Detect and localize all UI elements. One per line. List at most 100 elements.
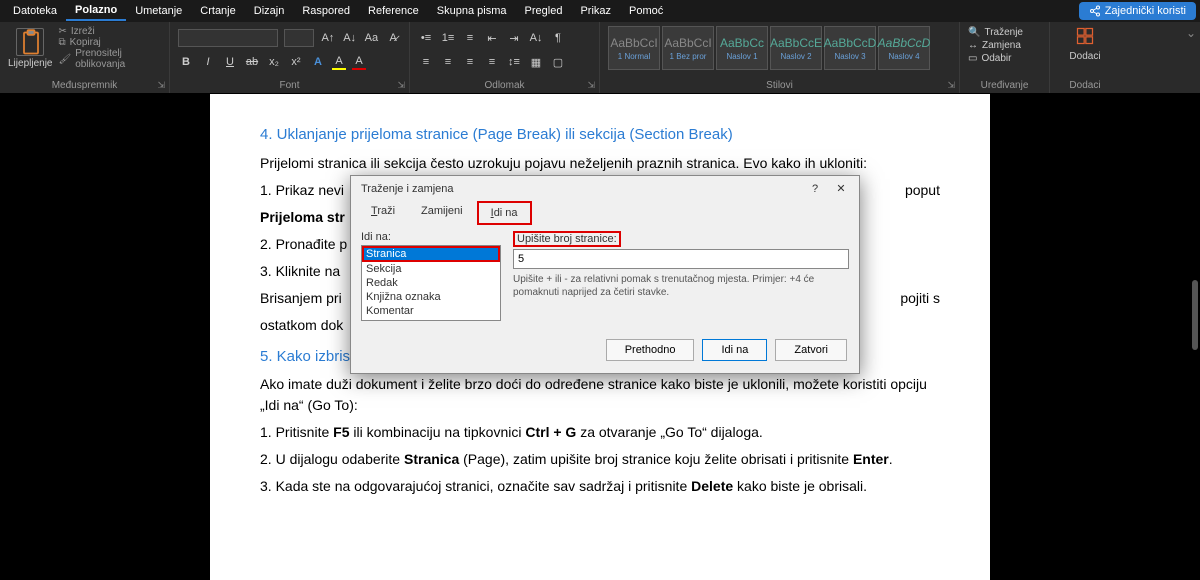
tab-replace[interactable]: Zamijeni	[409, 201, 475, 225]
menu-pregled[interactable]: Pregled	[516, 2, 572, 20]
para: 2. U dijalogu odaberite Stranica (Page),…	[260, 449, 940, 470]
bold-button[interactable]: B	[178, 54, 194, 70]
select-button[interactable]: ▭Odabir	[968, 52, 1041, 65]
close-button[interactable]: Zatvori	[775, 339, 847, 361]
change-case-icon[interactable]: Aa	[364, 30, 380, 46]
superscript-button[interactable]: x²	[288, 54, 304, 70]
menu-crtanje[interactable]: Crtanje	[191, 2, 244, 20]
list-item[interactable]: Redak	[362, 276, 500, 290]
group-editing: 🔍Traženje ↔Zamjena ▭Odabir Uređivanje	[960, 22, 1050, 93]
style-h2[interactable]: AaBbCcENaslov 2	[770, 26, 822, 70]
para: Prijelomi stranica ili sekcija često uzr…	[260, 153, 940, 174]
dialog-titlebar[interactable]: Traženje i zamjena ? ✕	[351, 176, 859, 201]
line-spacing-icon[interactable]: ↕≡	[506, 54, 522, 70]
style-h3[interactable]: AaBbCcDNaslov 3	[824, 26, 876, 70]
ribbon: Lijepljenje ✂Izreži ⧉Kopiraj 🖌Prenositel…	[0, 22, 1200, 94]
show-marks-icon[interactable]: ¶	[550, 30, 566, 46]
hint-text: Upišite + ili - za relativni pomak s tre…	[513, 273, 849, 299]
shrink-font-icon[interactable]: A↓	[342, 30, 358, 46]
addons-btn-label: Dodaci	[1058, 51, 1112, 62]
para: 1. Pritisnite F5 ili kombinaciju na tipk…	[260, 422, 940, 443]
menu-raspored[interactable]: Raspored	[293, 2, 359, 20]
multilevel-icon[interactable]: ≡	[462, 30, 478, 46]
addons-button[interactable]: Dodaci	[1058, 26, 1112, 62]
menu-dizajn[interactable]: Dizajn	[245, 2, 294, 20]
grow-font-icon[interactable]: A↑	[320, 30, 336, 46]
styles-launcher-icon[interactable]: ⇲	[947, 80, 955, 91]
paste-button[interactable]: Lijepljenje	[8, 26, 52, 70]
share-button[interactable]: Zajednički koristi	[1079, 2, 1196, 20]
borders-icon[interactable]: ▢	[550, 54, 566, 70]
close-icon[interactable]: ✕	[833, 182, 849, 195]
font-color-button[interactable]: A	[352, 54, 366, 70]
dialog-tabs: Traži Zamijeni Idi na	[351, 201, 859, 225]
underline-button[interactable]: U	[222, 54, 238, 70]
help-button[interactable]: ?	[807, 183, 823, 195]
goto-listbox[interactable]: Stranica Sekcija Redak Knjižna oznaka Ko…	[361, 245, 501, 321]
tab-find[interactable]: Traži	[359, 201, 407, 225]
list-item[interactable]: Knjižna oznaka	[362, 290, 500, 304]
list-item-stranica[interactable]: Stranica	[362, 246, 500, 262]
menu-reference[interactable]: Reference	[359, 2, 428, 20]
dialog-title: Traženje i zamjena	[361, 183, 454, 195]
style-nospacing[interactable]: AaBbCcI1 Bez pror	[662, 26, 714, 70]
goto-button[interactable]: Idi na	[702, 339, 767, 361]
subscript-button[interactable]: x₂	[266, 54, 282, 70]
text-effects-icon[interactable]: A	[310, 54, 326, 70]
collapse-ribbon-icon[interactable]: ⌄	[1182, 22, 1200, 93]
find-replace-dialog: Traženje i zamjena ? ✕ Traži Zamijeni Id…	[350, 175, 860, 374]
indent-icon[interactable]: ⇥	[506, 30, 522, 46]
cursor-icon: ▭	[968, 53, 977, 64]
menu-polazno[interactable]: Polazno	[66, 1, 126, 21]
goto-label: Idi na:	[361, 231, 501, 243]
font-launcher-icon[interactable]: ⇲	[397, 80, 405, 91]
sort-icon[interactable]: A↓	[528, 30, 544, 46]
search-icon: 🔍	[968, 27, 980, 38]
outdent-icon[interactable]: ⇤	[484, 30, 500, 46]
replace-icon: ↔	[968, 40, 978, 51]
font-size-select[interactable]	[284, 29, 314, 47]
paste-label: Lijepljenje	[8, 58, 52, 69]
copy-icon: ⧉	[58, 37, 65, 48]
align-right-icon[interactable]: ≡	[462, 54, 478, 70]
numbering-icon[interactable]: 1≡	[440, 30, 456, 46]
list-item[interactable]: Komentar	[362, 304, 500, 318]
tab-goto[interactable]: Idi na	[477, 201, 532, 225]
menu-pomoc[interactable]: Pomoć	[620, 2, 672, 20]
group-styles: AaBbCcI1 Normal AaBbCcI1 Bez pror AaBbCc…	[600, 22, 960, 93]
find-button[interactable]: 🔍Traženje	[968, 26, 1041, 39]
menu-prikaz[interactable]: Prikaz	[571, 2, 620, 20]
menu-datoteka[interactable]: Datoteka	[4, 2, 66, 20]
menu-skupna[interactable]: Skupna pisma	[428, 2, 516, 20]
paragraph-label: Odlomak	[410, 80, 599, 93]
font-family-select[interactable]	[178, 29, 278, 47]
cut-button[interactable]: ✂Izreži	[58, 26, 161, 37]
scissors-icon: ✂	[58, 26, 66, 37]
list-item[interactable]: Fusnota	[362, 318, 500, 321]
page-number-input[interactable]	[513, 249, 849, 269]
align-center-icon[interactable]: ≡	[440, 54, 456, 70]
italic-button[interactable]: I	[200, 54, 216, 70]
style-h4[interactable]: AaBbCcDNaslov 4	[878, 26, 930, 70]
replace-button[interactable]: ↔Zamjena	[968, 39, 1041, 52]
group-font: A↑ A↓ Aa A̷ B I U ab x₂ x² A A A Font ⇲	[170, 22, 410, 93]
bullets-icon[interactable]: •≡	[418, 30, 434, 46]
menu-umetanje[interactable]: Umetanje	[126, 2, 191, 20]
strike-button[interactable]: ab	[244, 54, 260, 70]
list-item[interactable]: Sekcija	[362, 262, 500, 276]
addons-icon	[1075, 26, 1095, 46]
previous-button[interactable]: Prethodno	[606, 339, 695, 361]
scrollbar-thumb[interactable]	[1192, 280, 1198, 350]
style-normal[interactable]: AaBbCcI1 Normal	[608, 26, 660, 70]
share-icon	[1089, 5, 1101, 17]
shading-icon[interactable]: ▦	[528, 54, 544, 70]
style-h1[interactable]: AaBbCcNaslov 1	[716, 26, 768, 70]
copy-button[interactable]: ⧉Kopiraj	[58, 37, 161, 48]
align-left-icon[interactable]: ≡	[418, 54, 434, 70]
clipboard-launcher-icon[interactable]: ⇲	[157, 80, 165, 91]
paragraph-launcher-icon[interactable]: ⇲	[587, 80, 595, 91]
clear-format-icon[interactable]: A̷	[385, 30, 401, 46]
format-painter-button[interactable]: 🖌Prenositelj oblikovanja	[58, 48, 161, 70]
justify-icon[interactable]: ≡	[484, 54, 500, 70]
highlight-button[interactable]: A	[332, 54, 346, 70]
